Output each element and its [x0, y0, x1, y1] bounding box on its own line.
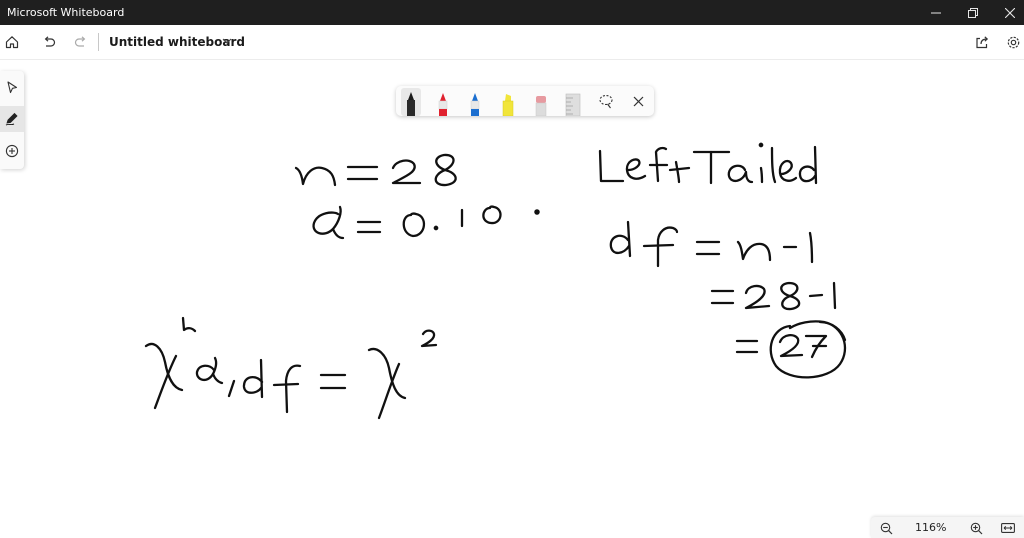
settings-button[interactable]	[1001, 30, 1024, 54]
window-titlebar: Microsoft Whiteboard	[0, 0, 1024, 25]
undo-icon	[44, 36, 56, 47]
minimize-button[interactable]	[918, 0, 954, 25]
minimize-icon	[931, 12, 941, 13]
close-window-button[interactable]	[992, 0, 1024, 25]
restore-icon	[968, 7, 978, 18]
redo-icon	[74, 36, 86, 47]
ink-left-tailed	[598, 142, 818, 185]
fit-to-screen-button[interactable]	[998, 518, 1018, 538]
zoom-level: 116%	[915, 521, 947, 534]
share-icon	[976, 36, 989, 49]
zoom-out-button[interactable]	[876, 518, 896, 538]
ink-equals-27-circled	[735, 320, 847, 379]
fit-to-screen-icon	[1001, 523, 1015, 533]
home-icon	[5, 36, 19, 49]
ink-alpha-equals-0-10	[312, 205, 540, 240]
ink-chi-square-alpha-df-equals-chi-square	[144, 316, 438, 420]
ink-n-equals-28	[294, 153, 457, 187]
ink-equals-28-minus-1	[710, 281, 837, 311]
home-button[interactable]	[0, 30, 24, 54]
zoom-controls: 116%	[871, 517, 1024, 538]
gear-icon	[1007, 36, 1019, 48]
chevron-down-icon[interactable]	[221, 35, 233, 47]
ink-df-equals-n-minus-1	[609, 220, 814, 268]
whiteboard-canvas[interactable]	[0, 60, 1024, 538]
close-icon	[1005, 7, 1015, 18]
window-title: Microsoft Whiteboard	[7, 6, 125, 19]
undo-button[interactable]	[37, 30, 61, 54]
share-button[interactable]	[970, 30, 994, 54]
app-bar: Untitled whiteboard	[0, 25, 1024, 60]
restore-button[interactable]	[955, 0, 991, 25]
zoom-out-icon	[880, 522, 892, 534]
toolbar-divider	[98, 33, 99, 51]
zoom-in-icon	[970, 522, 982, 534]
redo-button[interactable]	[69, 30, 93, 54]
zoom-in-button[interactable]	[966, 518, 986, 538]
